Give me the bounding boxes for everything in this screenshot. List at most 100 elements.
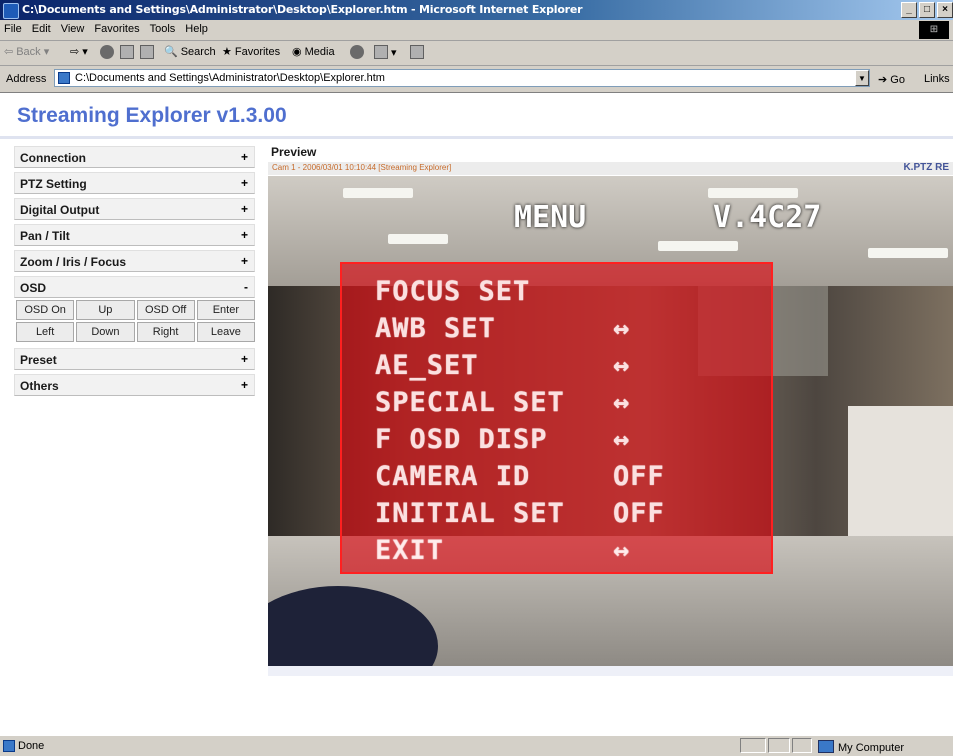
- mail-button[interactable]: ▾: [374, 45, 397, 59]
- osd-item-label: EXIT: [375, 535, 445, 566]
- expand-icon[interactable]: +: [241, 202, 248, 216]
- osd-menu-item: AE_SET ↔: [375, 350, 629, 381]
- maximize-button[interactable]: □: [919, 2, 935, 18]
- osd-item-value: ↔: [613, 313, 631, 344]
- left-button[interactable]: Left: [16, 322, 75, 342]
- section-zoom-iris-focus[interactable]: Zoom / Iris / Focus +: [14, 250, 255, 272]
- control-sidebar: Connection + PTZ Setting + Digital Outpu…: [14, 146, 255, 400]
- chevron-down-icon: ▾: [391, 46, 397, 59]
- section-osd[interactable]: OSD -: [14, 276, 255, 298]
- brand-logo: K.PTZ RE: [903, 162, 949, 173]
- stop-icon: [100, 45, 114, 59]
- status-text: Done: [18, 740, 45, 752]
- section-digital-output[interactable]: Digital Output +: [14, 198, 255, 220]
- osd-menu-item: EXIT ↔: [375, 535, 629, 566]
- back-label: Back: [16, 45, 41, 58]
- status-pane: [792, 738, 812, 753]
- page-title: Streaming Explorer v1.3.00: [17, 104, 287, 127]
- search-button[interactable]: 🔍 Search: [164, 45, 216, 59]
- osd-item-value: ↔: [613, 350, 631, 381]
- search-label: Search: [180, 45, 216, 58]
- menu-favorites[interactable]: Favorites: [94, 23, 139, 35]
- expand-icon[interactable]: +: [241, 254, 248, 268]
- stop-button[interactable]: [100, 45, 114, 59]
- right-button[interactable]: Right: [136, 322, 195, 342]
- links-button[interactable]: Links: [924, 73, 950, 85]
- ie-app-icon: [3, 3, 19, 19]
- section-label: Digital Output: [20, 203, 100, 217]
- osd-button-grid: OSD On Up OSD Off Enter Left Down Right …: [14, 300, 255, 342]
- media-button[interactable]: ◉ Media: [292, 45, 335, 59]
- home-button[interactable]: [140, 45, 154, 59]
- zone-label: My Computer: [838, 742, 905, 754]
- window-title-bar: C:\Documents and Settings\Administrator\…: [0, 0, 953, 20]
- standard-toolbar: ⇦ Back ▾ ⇨ ▾ 🔍 Search ★ Favorites ◉ Medi…: [0, 41, 953, 66]
- enter-button[interactable]: Enter: [196, 300, 255, 320]
- favorites-icon: ★: [222, 46, 232, 58]
- menu-view[interactable]: View: [61, 23, 85, 35]
- search-icon: 🔍: [164, 46, 178, 58]
- osd-item-label: AWB SET: [375, 313, 496, 344]
- menu-file[interactable]: File: [4, 23, 22, 35]
- address-input[interactable]: C:\Documents and Settings\Administrator\…: [54, 69, 870, 87]
- up-button[interactable]: Up: [76, 300, 135, 320]
- video-preview[interactable]: MENU V.4C27 FOCUS SET AWB SET ↔ AE_SET ↔ S…: [268, 176, 953, 666]
- down-button[interactable]: Down: [76, 322, 135, 342]
- osd-menu-box: FOCUS SET AWB SET ↔ AE_SET ↔ SPECIAL SET ↔ …: [340, 262, 773, 574]
- section-label: Preset: [20, 353, 57, 367]
- print-button[interactable]: [410, 45, 424, 59]
- osd-item-label: F OSD DISP: [375, 424, 548, 455]
- section-label: PTZ Setting: [20, 177, 87, 191]
- osd-item-label: CAMERA ID: [375, 461, 531, 492]
- section-preset[interactable]: Preset +: [14, 348, 255, 370]
- security-zone: My Computer: [818, 740, 904, 754]
- page-icon: [58, 72, 70, 84]
- preview-footer: [268, 666, 953, 676]
- osd-menu-item: AWB SET ↔: [375, 313, 629, 344]
- expand-icon[interactable]: +: [241, 228, 248, 242]
- go-label: Go: [890, 74, 905, 86]
- go-arrow-icon: ➔: [878, 74, 888, 86]
- refresh-button[interactable]: [120, 45, 134, 59]
- status-bar: Done My Computer: [0, 735, 953, 756]
- menu-edit[interactable]: Edit: [32, 23, 51, 35]
- section-ptz-setting[interactable]: PTZ Setting +: [14, 172, 255, 194]
- expand-icon[interactable]: +: [241, 378, 248, 392]
- section-connection[interactable]: Connection +: [14, 146, 255, 168]
- expand-icon[interactable]: +: [241, 352, 248, 366]
- history-button[interactable]: [350, 45, 364, 59]
- osd-menu-title: MENU: [514, 200, 587, 235]
- menu-help[interactable]: Help: [185, 23, 208, 35]
- media-label: Media: [304, 45, 335, 58]
- osd-item-label: AE_SET: [375, 350, 479, 381]
- preview-info-bar: Cam 1 - 2006/03/01 10:10:44 [Streaming E…: [268, 162, 953, 175]
- leave-button[interactable]: Leave: [196, 322, 255, 342]
- section-pan-tilt[interactable]: Pan / Tilt +: [14, 224, 255, 246]
- address-label: Address: [6, 73, 47, 85]
- status-pane: [768, 738, 790, 753]
- status-pane: [740, 738, 766, 753]
- osd-off-button[interactable]: OSD Off: [136, 300, 195, 320]
- title-divider: [0, 136, 953, 139]
- section-others[interactable]: Others +: [14, 374, 255, 396]
- osd-menu-item: INITIAL SET OFF: [375, 498, 664, 529]
- forward-arrow-icon: ⇨: [70, 46, 80, 58]
- section-label: Zoom / Iris / Focus: [20, 255, 127, 269]
- window-title: C:\Documents and Settings\Administrator\…: [22, 3, 583, 16]
- camera-info: Cam 1 - 2006/03/01 10:10:44 [Streaming E…: [272, 163, 452, 172]
- expand-icon[interactable]: +: [241, 150, 248, 164]
- go-button[interactable]: ➔ Go: [878, 73, 905, 86]
- collapse-icon[interactable]: -: [244, 280, 248, 294]
- minimize-button[interactable]: _: [901, 2, 917, 18]
- windows-logo-icon: ⊞: [919, 21, 949, 39]
- refresh-icon: [120, 45, 134, 59]
- forward-button[interactable]: ⇨ ▾: [70, 45, 88, 58]
- favorites-button[interactable]: ★ Favorites: [222, 45, 280, 59]
- close-button[interactable]: ×: [937, 2, 953, 18]
- expand-icon[interactable]: +: [241, 176, 248, 190]
- back-button[interactable]: ⇦ Back ▾: [4, 45, 49, 59]
- osd-item-label: INITIAL SET: [375, 498, 565, 529]
- address-dropdown-button[interactable]: ▼: [855, 70, 869, 86]
- menu-tools[interactable]: Tools: [150, 23, 176, 35]
- osd-on-button[interactable]: OSD On: [16, 300, 75, 320]
